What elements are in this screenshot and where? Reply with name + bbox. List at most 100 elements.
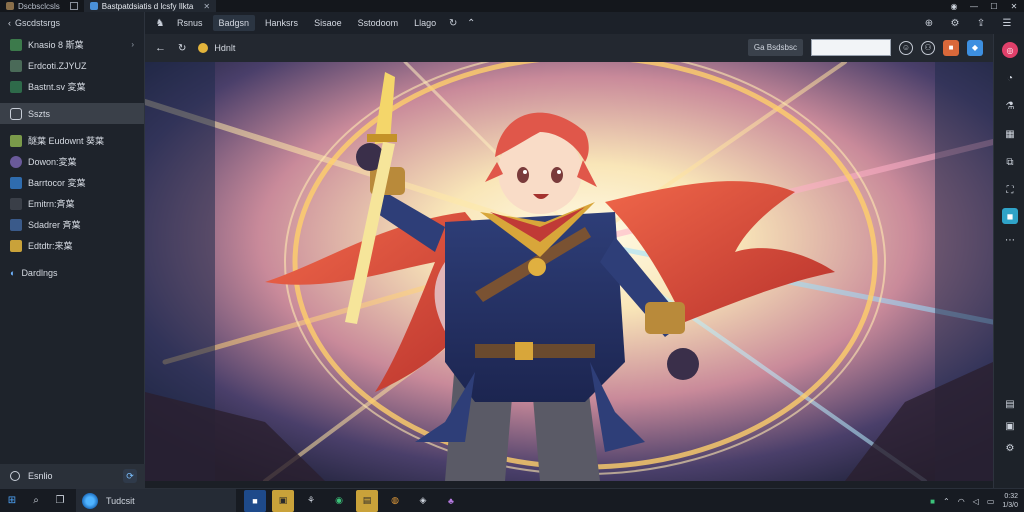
sidebar-header[interactable]: ‹ Gscdstsrgs [0, 12, 144, 34]
edge-icon[interactable]: ◉ [328, 490, 350, 512]
minimize-icon[interactable]: — [964, 0, 984, 12]
logo-icon: ♞ [155, 17, 165, 29]
sidebar-item-7[interactable]: Barrtocor 変葉 [0, 172, 144, 193]
content-viewport [145, 62, 993, 481]
screenshot-icon[interactable]: ⛶ [1002, 182, 1018, 198]
top-navigation: ♞ Rsnus Badgsn Hanksrs Sisaoe Sstodoom L… [145, 12, 1024, 34]
copilot-icon[interactable]: ◎ [1002, 42, 1018, 58]
app-icon[interactable]: ♣ [440, 490, 462, 512]
collections-icon[interactable]: ⧉ [1002, 154, 1018, 170]
sidebar-item-3[interactable]: Bastnt.sv 変葉 [0, 76, 144, 97]
maximize-icon[interactable]: ☐ [984, 0, 1004, 12]
tab-square-icon [69, 2, 78, 10]
app-icon [10, 80, 22, 93]
more-icon[interactable]: ⋯ [1002, 232, 1018, 248]
download-icon[interactable]: ⊕ [922, 16, 936, 30]
back-icon[interactable]: ← [155, 42, 166, 54]
search-scope-chip[interactable]: Ga Bsdsbsc [747, 39, 803, 56]
tab-label: Dscbsclcsls [18, 1, 60, 11]
right-rail: ◎ ◔ ⚗ ▦ ⧉ ⛶ ◼ ⋯ ▤ ▣ ⚙ [993, 34, 1024, 488]
chevron-left-icon: ‹ [8, 18, 11, 28]
taskbar-search[interactable]: Tudcsit [76, 488, 236, 512]
sidebar-item-8[interactable]: Emitrn:斉葉 [0, 193, 144, 214]
app-icon [10, 155, 22, 168]
clock[interactable]: 0:32 1/3/0 [1002, 492, 1018, 510]
app-icon [10, 176, 22, 189]
browser-tab-strip: Dscbsclcsls Bastpatdsiatis d lcsfy Ilkta… [0, 0, 1024, 12]
sidebar-item-6[interactable]: Dowon:変葉 [0, 151, 144, 172]
tray-app-icon[interactable]: ■ [930, 497, 935, 506]
windows-start-icon[interactable]: ⊞ [0, 489, 24, 512]
refresh-icon[interactable]: ↻ [446, 16, 460, 30]
extension-icon[interactable]: ⚇ [921, 40, 935, 55]
nav-item-1[interactable]: Rsnus [171, 15, 209, 31]
nav-item-6[interactable]: Llago [408, 15, 442, 31]
sync-button[interactable]: ⟳ [123, 469, 137, 483]
tab-favicon [6, 2, 14, 10]
cloud-icon: ◐ [10, 267, 16, 278]
profile-icon[interactable]: ◉ [944, 0, 964, 12]
app-icon[interactable]: ◍ [384, 490, 406, 512]
app-shortcut-icon[interactable]: ■ [943, 39, 959, 56]
chevron-right-icon: › [131, 40, 134, 49]
tab-1[interactable]: Dscbsclcsls [0, 0, 84, 12]
sidebar-item-10[interactable]: Edtdtr:来葉 [0, 235, 144, 256]
volume-icon[interactable]: ◁ [973, 497, 979, 506]
site-identity[interactable]: Hdnlt [198, 43, 235, 53]
nav-item-2[interactable]: Badgsn [212, 15, 256, 31]
sidebar-item-9[interactable]: Sdadrer 斉葉 [0, 214, 144, 235]
app-icon [10, 38, 22, 51]
folder-icon[interactable]: ▤ [356, 489, 378, 512]
sidebar-item-1[interactable]: Knasio 8 斯葉 › [0, 34, 144, 55]
nav-item-4[interactable]: Sisaoe [308, 15, 348, 31]
share-icon[interactable]: ⇪ [974, 16, 988, 30]
site-favicon-icon [198, 43, 209, 53]
tab-2[interactable]: Bastpatdsiatis d lcsfy Ilkta ✕ [83, 0, 217, 12]
close-tab-icon[interactable]: ✕ [203, 2, 210, 11]
emoji-icon[interactable]: ☺ [899, 40, 913, 55]
chevron-up-icon[interactable]: ⌃ [943, 497, 950, 506]
sidebar-item-4[interactable]: Sszts [0, 103, 144, 124]
account-icon[interactable]: ◆ [967, 39, 983, 56]
taskbar-apps: ■ ▣ ⚘ ◉ ▤ ◍ ◈ ♣ [244, 489, 462, 512]
address-bar: ← ↻ Hdnlt Ga Bsdsbsc ☺ ⚇ ■ ◆ [145, 34, 993, 62]
sidebar-footer[interactable]: Esnlio ⟳ [0, 464, 145, 488]
system-tray: ■ ⌃ ◠ ◁ ▭ 0:32 1/3/0 [930, 489, 1018, 512]
sidebar: ‹ Gscdstsrgs Knasio 8 斯葉 › Erdcoti.ZJYUZ… [0, 12, 145, 488]
outlook-icon[interactable]: ◼ [1002, 208, 1018, 224]
app-icon [10, 218, 22, 231]
chat-icon[interactable]: ◔ [1002, 70, 1018, 86]
search-icon[interactable]: ⌕ [24, 489, 48, 512]
close-window-icon[interactable]: ✕ [1004, 0, 1024, 12]
file-explorer-icon[interactable]: ▣ [272, 489, 294, 512]
sidebar-item-2[interactable]: Erdcoti.ZJYUZ [0, 55, 144, 76]
battery-icon[interactable]: ▭ [987, 497, 995, 506]
clipboard-icon[interactable]: ▤ [1002, 396, 1018, 412]
split-view-icon[interactable]: ▣ [1002, 418, 1018, 434]
window-controls: ◉ — ☐ ✕ [944, 0, 1024, 12]
top-nav-actions: ⊕ ⚙ ⇪ ☰ [922, 16, 1014, 30]
task-view-icon[interactable]: ❐ [48, 489, 72, 512]
app-icon [10, 197, 22, 210]
chevron-up-icon[interactable]: ⌃ [464, 16, 478, 30]
anime-hero-illustration [145, 62, 993, 481]
search-input[interactable] [811, 39, 891, 56]
settings-gear-icon[interactable]: ⚙ [1002, 440, 1018, 456]
games-icon[interactable]: ▦ [1002, 126, 1018, 142]
app-icon [10, 239, 22, 252]
settings-icon[interactable]: ⚙ [948, 16, 962, 30]
nav-item-5[interactable]: Sstodoom [352, 15, 405, 31]
store-icon[interactable]: ■ [244, 489, 266, 512]
sidebar-item-5[interactable]: 醚葉 Eudownt 葵葉 [0, 130, 144, 151]
reload-icon[interactable]: ↻ [178, 43, 186, 54]
cortana-icon [82, 492, 98, 509]
app-icon[interactable]: ◈ [412, 490, 434, 512]
widgets-icon[interactable]: ⚘ [300, 490, 322, 512]
wifi-icon[interactable]: ◠ [958, 497, 965, 506]
tools-icon[interactable]: ⚗ [1002, 98, 1018, 114]
taskbar: ⊞ ⌕ ❐ Tudcsit ■ ▣ ⚘ ◉ ▤ ◍ ◈ ♣ ■ ⌃ ◠ ◁ ▭ … [0, 488, 1024, 512]
user-icon [10, 471, 20, 481]
menu-icon[interactable]: ☰ [1000, 16, 1014, 30]
nav-item-3[interactable]: Hanksrs [259, 15, 304, 31]
sidebar-section-downloads[interactable]: ◐ Dardlngs [0, 262, 144, 283]
